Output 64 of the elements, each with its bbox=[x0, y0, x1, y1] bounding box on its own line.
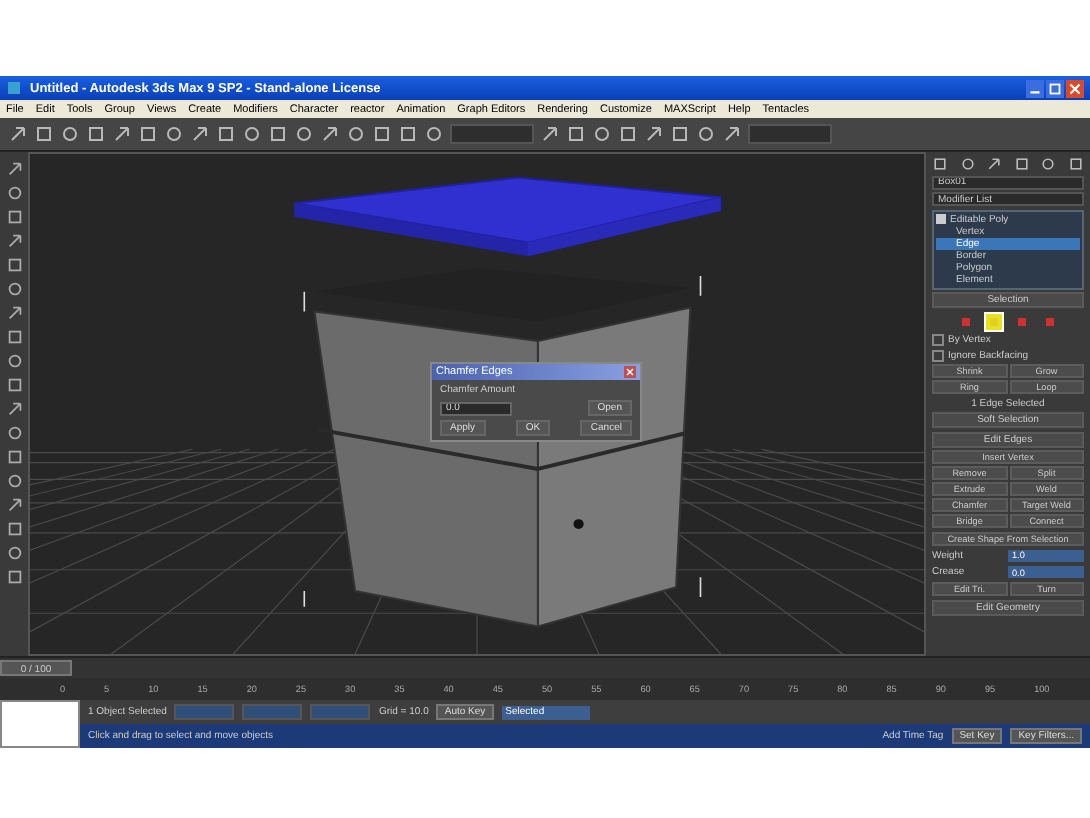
box-icon[interactable] bbox=[5, 520, 23, 538]
box-icon[interactable] bbox=[138, 124, 158, 144]
arrow-icon[interactable] bbox=[190, 124, 210, 144]
coordinate-field[interactable] bbox=[242, 704, 303, 720]
box-icon[interactable] bbox=[5, 328, 23, 346]
circle-icon[interactable] bbox=[294, 124, 314, 144]
circle-icon[interactable] bbox=[242, 124, 262, 144]
arrow-icon[interactable] bbox=[112, 124, 132, 144]
box-icon[interactable] bbox=[86, 124, 106, 144]
box-icon[interactable] bbox=[1013, 156, 1030, 172]
expand-toggle-icon[interactable] bbox=[936, 214, 946, 224]
box-icon[interactable] bbox=[566, 124, 586, 144]
circle-icon[interactable] bbox=[164, 124, 184, 144]
dropdown-field[interactable] bbox=[450, 124, 534, 144]
box-icon[interactable] bbox=[5, 448, 23, 466]
checkbox[interactable] bbox=[932, 334, 944, 346]
arrow-icon[interactable] bbox=[644, 124, 664, 144]
close-icon[interactable] bbox=[624, 366, 636, 378]
arrow-icon[interactable] bbox=[5, 232, 23, 250]
circle-icon[interactable] bbox=[696, 124, 716, 144]
circle-icon[interactable] bbox=[60, 124, 80, 144]
box-icon[interactable] bbox=[372, 124, 392, 144]
arrow-icon[interactable] bbox=[722, 124, 742, 144]
app-icon bbox=[6, 80, 22, 96]
circle-icon[interactable] bbox=[592, 124, 612, 144]
arrow-icon[interactable] bbox=[986, 156, 1003, 172]
coordinate-field[interactable] bbox=[310, 704, 371, 720]
edge-mode-icon[interactable] bbox=[984, 311, 1004, 331]
box-icon[interactable] bbox=[5, 568, 23, 586]
maximize-icon[interactable] bbox=[1046, 79, 1064, 97]
arrow-icon[interactable] bbox=[5, 304, 23, 322]
circle-icon[interactable] bbox=[424, 124, 444, 144]
circle-icon[interactable] bbox=[5, 280, 23, 298]
checkbox[interactable] bbox=[932, 349, 944, 361]
circle-icon[interactable] bbox=[5, 424, 23, 442]
circle-icon[interactable] bbox=[959, 156, 976, 172]
circle-icon[interactable] bbox=[5, 352, 23, 370]
box-icon[interactable] bbox=[268, 124, 288, 144]
box-icon[interactable] bbox=[5, 208, 23, 226]
box-icon[interactable] bbox=[618, 124, 638, 144]
arrow-icon[interactable] bbox=[5, 400, 23, 418]
coordinate-field[interactable] bbox=[174, 704, 235, 720]
circle-icon[interactable] bbox=[5, 544, 23, 562]
close-icon[interactable] bbox=[1066, 79, 1084, 97]
circle-icon[interactable] bbox=[5, 472, 23, 490]
box-icon[interactable] bbox=[670, 124, 690, 144]
arrow-icon[interactable] bbox=[8, 124, 28, 144]
circle-icon[interactable] bbox=[5, 184, 23, 202]
circle-icon[interactable] bbox=[1040, 156, 1057, 172]
box-icon[interactable] bbox=[932, 156, 948, 172]
circle-icon[interactable] bbox=[346, 124, 366, 144]
box-icon[interactable] bbox=[216, 124, 236, 144]
arrow-icon[interactable] bbox=[5, 160, 23, 178]
box-icon[interactable] bbox=[398, 124, 418, 144]
dropdown-field[interactable] bbox=[748, 124, 832, 144]
minimize-icon[interactable] bbox=[1026, 79, 1044, 97]
box-icon[interactable] bbox=[5, 256, 23, 274]
box-icon[interactable] bbox=[34, 124, 54, 144]
arrow-icon[interactable] bbox=[5, 496, 23, 514]
arrow-icon[interactable] bbox=[320, 124, 340, 144]
arrow-icon[interactable] bbox=[540, 124, 560, 144]
maxscript-listener[interactable] bbox=[0, 700, 80, 748]
box-icon[interactable] bbox=[5, 376, 23, 394]
box-icon[interactable] bbox=[1067, 156, 1084, 172]
